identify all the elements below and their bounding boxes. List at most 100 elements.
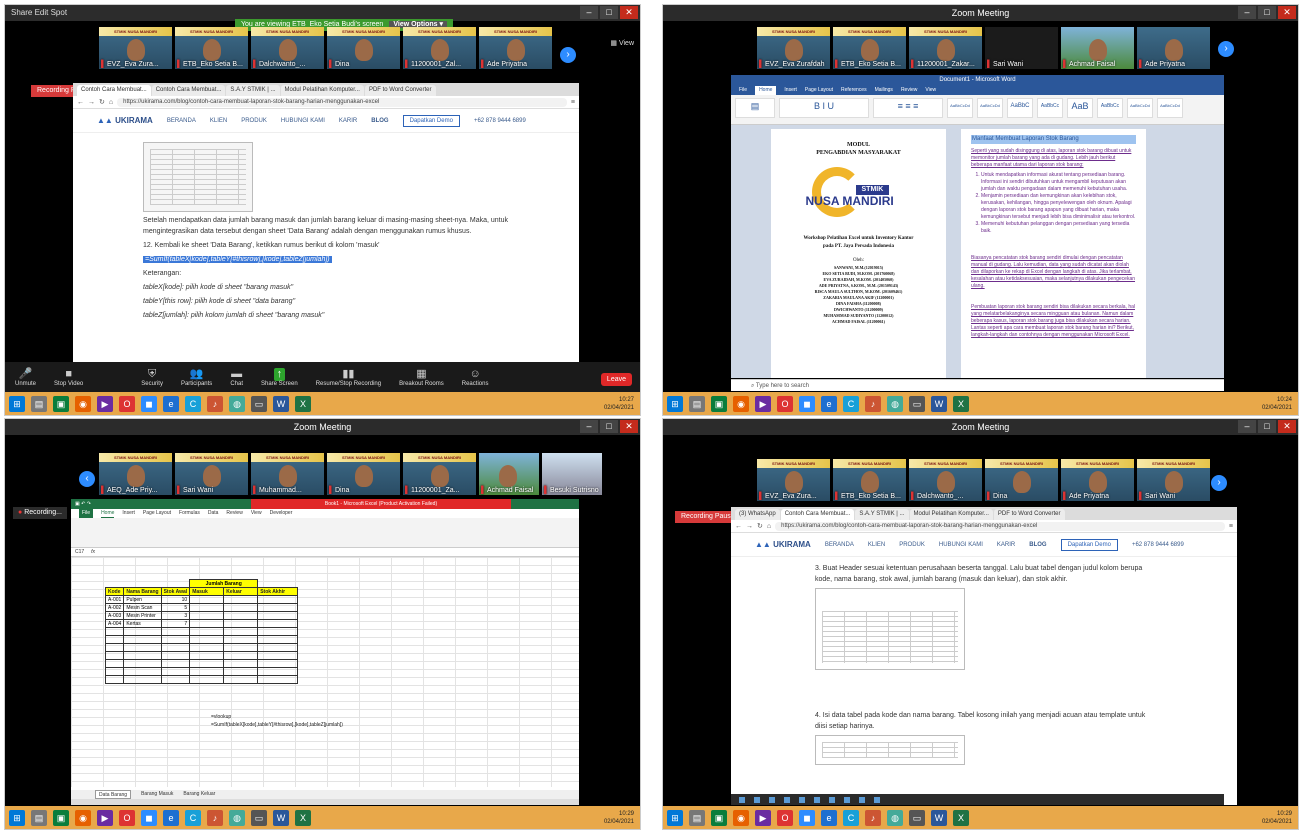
excel-icon[interactable]: X <box>953 395 969 412</box>
close-button[interactable]: ✕ <box>1278 420 1296 433</box>
browser-tab[interactable]: Contoh Cara Membuat... <box>780 509 855 520</box>
security-button[interactable]: ⛨ Security <box>141 368 163 387</box>
explorer-icon[interactable]: ▤ <box>689 395 705 412</box>
chrome-icon[interactable]: ◍ <box>229 395 245 412</box>
browser-tab[interactable]: PDF to Word Converter <box>364 85 436 96</box>
minimize-button[interactable]: – <box>580 6 598 19</box>
edge-icon[interactable]: C <box>185 809 201 826</box>
ribbon-tab[interactable]: Review <box>901 86 917 95</box>
share-screen-button[interactable]: ↑ Share Screen <box>261 367 298 387</box>
demo-button[interactable]: Dapatkan Demo <box>1060 538 1118 551</box>
url-input[interactable]: https://ukirama.com/blog/contoh-cara-mem… <box>775 521 1225 531</box>
excel-icon[interactable]: X <box>295 809 311 826</box>
ribbon-tab[interactable]: Data <box>208 509 219 518</box>
chat-button[interactable]: ▬ Chat <box>230 368 243 387</box>
participant-tile[interactable]: STMIK NUSA MANDIRI Muhammad... <box>251 453 324 495</box>
firefox-icon[interactable]: ◉ <box>75 809 91 826</box>
participant-tile[interactable]: STMIK NUSA MANDIRI EVZ_Eva Zura... <box>99 27 172 69</box>
ie-icon[interactable]: e <box>163 395 179 412</box>
site-logo[interactable]: UKIRAMA <box>755 540 811 549</box>
home-icon[interactable]: ⌂ <box>767 523 771 530</box>
close-button[interactable]: ✕ <box>1278 6 1296 19</box>
ribbon-tab[interactable]: Review <box>226 509 242 518</box>
ribbon-tab[interactable]: File <box>739 86 747 95</box>
unmute-button[interactable]: 🎤 Unmute <box>15 368 36 387</box>
app-icon[interactable]: ♪ <box>207 395 223 412</box>
table-row[interactable] <box>104 635 299 644</box>
browser-tab[interactable]: Contoh Cara Membuat... <box>77 85 151 96</box>
table-row[interactable] <box>104 675 299 684</box>
media-icon[interactable]: ▶ <box>97 395 113 412</box>
table-row[interactable]: A-004 Kertas 7 <box>104 619 299 628</box>
participants-button[interactable]: 👥 Participants <box>181 368 212 387</box>
participant-tile[interactable]: STMIK NUSA MANDIRI 11200001_Zakar... <box>909 27 982 69</box>
recording-button[interactable]: ▮▮ Resume/Stop Recording <box>316 368 381 387</box>
sheet-tab[interactable]: Barang Masuk <box>141 790 173 799</box>
style-gallery-item[interactable]: AaB <box>1067 98 1093 118</box>
nav-link[interactable]: HUBUNGI KAMI <box>939 542 983 548</box>
browser-tab[interactable]: Modul Pelatihan Komputer... <box>280 85 364 96</box>
word-icon[interactable]: W <box>273 809 289 826</box>
ie-icon[interactable]: e <box>163 809 179 826</box>
participant-tile[interactable]: STMIK NUSA MANDIRI Sari Wani <box>1137 459 1210 501</box>
ribbon-tab[interactable]: View <box>925 86 936 95</box>
style-gallery-item[interactable]: AaBbCcDd <box>1127 98 1153 118</box>
ribbon-tab[interactable]: Page Layout <box>143 509 171 518</box>
participant-tile[interactable]: STMIK NUSA MANDIRI Ade Priyatna <box>1061 459 1134 501</box>
browser-tab[interactable]: PDF to Word Converter <box>993 509 1065 520</box>
reload-icon[interactable]: ↻ <box>99 98 105 106</box>
explorer-icon[interactable]: ▤ <box>31 809 47 826</box>
style-gallery-item[interactable]: AaBbCc <box>1097 98 1123 118</box>
nav-link[interactable]: HUBUNGI KAMI <box>281 118 325 124</box>
participant-tile[interactable]: STMIK NUSA MANDIRI ETB_Eko Setia B... <box>833 27 906 69</box>
participant-tile[interactable]: STMIK NUSA MANDIRI ETB_Eko Setia B... <box>175 27 248 69</box>
nav-link[interactable]: BERANDA <box>825 542 854 548</box>
nav-link[interactable]: KARIR <box>997 542 1015 548</box>
next-page-icon[interactable]: › <box>1218 41 1234 57</box>
menu-icon[interactable]: ≡ <box>1229 523 1233 530</box>
firefox-icon[interactable]: ◉ <box>733 809 749 826</box>
table-row[interactable] <box>104 667 299 676</box>
explorer-icon[interactable]: ▤ <box>31 395 47 412</box>
column-header[interactable]: Stok Awal <box>160 587 191 596</box>
ribbon-tab[interactable]: File <box>79 509 94 518</box>
maximize-button[interactable]: □ <box>600 420 618 433</box>
style-gallery-item[interactable]: AaBbC <box>1007 98 1033 118</box>
demo-button[interactable]: Dapatkan Demo <box>402 114 460 127</box>
nav-link[interactable]: PRODUK <box>899 542 925 548</box>
app-icon[interactable]: ▭ <box>251 809 267 826</box>
leave-button[interactable]: Leave <box>600 373 632 386</box>
ribbon-tab[interactable]: References <box>841 86 867 95</box>
style-gallery-item[interactable]: AaBbCcDd <box>977 98 1003 118</box>
close-button[interactable]: ✕ <box>620 6 638 19</box>
participant-tile[interactable]: STMIK NUSA MANDIRI Ade Priyatna <box>479 27 552 69</box>
browser-tab[interactable]: S.A.Y STMIK | ... <box>226 85 280 96</box>
forward-icon[interactable]: → <box>88 99 95 106</box>
paragraph-group[interactable]: ≡ ≡ ≡ <box>873 98 943 118</box>
column-header[interactable]: Keluar <box>223 587 259 596</box>
windows-search[interactable]: ⌕ Type here to search <box>731 379 1224 391</box>
participant-tile[interactable]: STMIK NUSA MANDIRI AEQ_Ade Priy... <box>99 453 172 495</box>
style-gallery-item[interactable]: AaBbCcDd <box>1157 98 1183 118</box>
ie-icon[interactable]: e <box>821 395 837 412</box>
ribbon-tab[interactable]: Insert <box>784 86 797 95</box>
ribbon-tab[interactable]: Formulas <box>179 509 200 518</box>
excel-icon[interactable]: X <box>295 395 311 412</box>
minimize-button[interactable]: – <box>1238 420 1256 433</box>
minimize-button[interactable]: – <box>1238 6 1256 19</box>
ie-icon[interactable]: e <box>821 809 837 826</box>
start-icon[interactable]: ⊞ <box>9 395 25 412</box>
app-icon[interactable]: ▣ <box>711 809 727 826</box>
zoom-icon[interactable]: ◼ <box>799 809 815 826</box>
app-icon[interactable]: ▭ <box>251 395 267 412</box>
stop-video-button[interactable]: ■ Stop Video <box>54 368 83 387</box>
maximize-button[interactable]: □ <box>1258 420 1276 433</box>
chrome-icon[interactable]: ◍ <box>229 809 245 826</box>
participant-tile[interactable]: STMIK NUSA MANDIRI EVZ_Eva Zura... <box>757 459 830 501</box>
start-icon[interactable]: ⊞ <box>667 809 683 826</box>
browser-tab[interactable]: (3) WhatsApp <box>735 509 780 520</box>
app-icon[interactable]: ▭ <box>909 395 925 412</box>
participant-tile[interactable]: STMIK NUSA MANDIRI Dina <box>327 27 400 69</box>
browser-tab[interactable]: S.A.Y STMIK | ... <box>855 509 909 520</box>
zoom-icon[interactable]: ◼ <box>799 395 815 412</box>
